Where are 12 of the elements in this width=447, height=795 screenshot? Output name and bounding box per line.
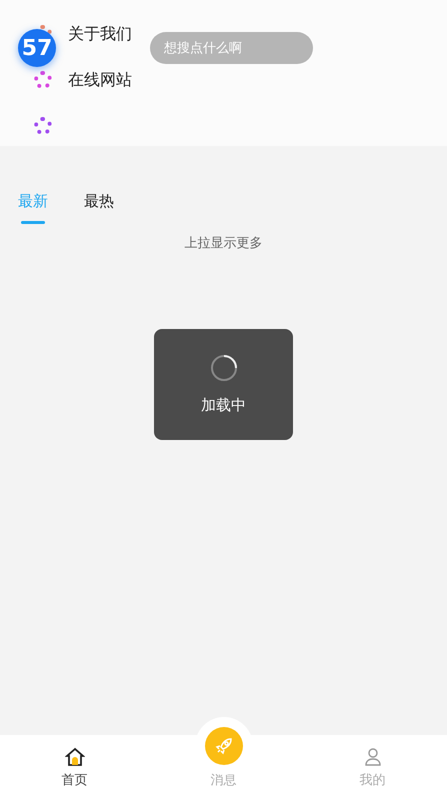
search-field[interactable]: 想搜点什么啊 [150,32,313,64]
rocket-icon [214,736,234,756]
menu-item[interactable]: 在线网站 [68,70,132,90]
spinner-icon [210,354,238,382]
load-more-hint: 上拉显示更多 [184,235,262,252]
nav-label[interactable]: 首页 [62,771,88,789]
user-icon [362,747,382,767]
menu-item[interactable]: 关于我们 [68,24,132,44]
loading-text: 加载中 [201,396,246,415]
count-badge: 57 [18,29,56,67]
tab[interactable]: 最热 [84,192,114,224]
home-icon [64,747,84,767]
